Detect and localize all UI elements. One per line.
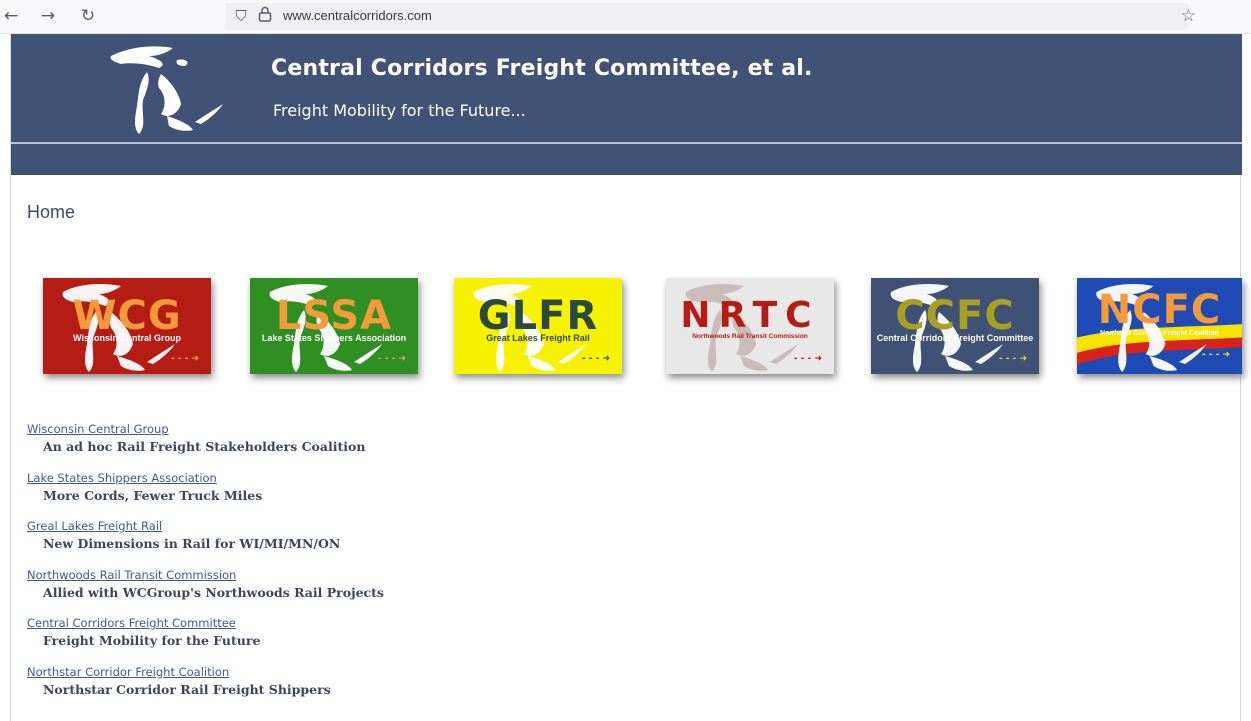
site-tagline: Freight Mobility for the Future...	[273, 101, 526, 120]
arrow-right-icon: - - - ➜	[377, 354, 406, 364]
site-page: Central Corridors Freight Committee, et …	[10, 34, 1242, 721]
lock-icon[interactable]	[255, 6, 275, 26]
arrow-right-icon: - - - ➜	[998, 354, 1027, 364]
tile-abbreviation: LSSA	[275, 293, 393, 339]
list-item: Northwoods Rail Transit Commission Allie…	[27, 564, 627, 613]
list-item: Greal Lakes Freight Rail New Dimensions …	[27, 515, 627, 564]
address-bar[interactable]: ⛉ www.centralcorridors.com	[225, 3, 1189, 30]
org-link-lake-states-shippers-association[interactable]: Lake States Shippers Association	[27, 471, 217, 486]
org-description: New Dimensions in Rail for WI/MI/MN/ON	[43, 536, 341, 551]
tile-abbreviation: WCG	[72, 293, 182, 339]
page-title: Home	[27, 202, 76, 222]
tile-abbreviation: GLFR	[477, 293, 599, 339]
tile-org-name: Northwoods Rail Transit Commission	[692, 333, 808, 340]
org-link-northwoods-rail-transit-commission[interactable]: Northwoods Rail Transit Commission	[27, 568, 236, 583]
list-item: Central Corridors Freight Committee Frei…	[27, 612, 627, 661]
tile-org-name: Wisconsin Central Group	[73, 333, 181, 343]
tile-abbreviation: CCFC	[895, 293, 1015, 339]
org-link-northstar-corridor-freight-coalition[interactable]: Northstar Corridor Freight Coalition	[27, 665, 229, 680]
tile-abbreviation: NCFC	[1097, 287, 1222, 333]
list-item: Northstar Corridor Freight Coalition Nor…	[27, 661, 627, 710]
tile-abbreviation: NRTC	[680, 295, 820, 336]
forward-arrow-icon[interactable]: →	[37, 5, 59, 27]
tile-ccfc[interactable]: CCFC Central Corridors Freight Committee -…	[871, 278, 1039, 374]
arrow-right-icon: - - - ➜	[793, 354, 822, 364]
nav-band	[11, 144, 1242, 175]
org-link-great-lakes-freight-rail[interactable]: Greal Lakes Freight Rail	[27, 519, 162, 534]
tile-lssa[interactable]: LSSA Lake States Shippers Association - - …	[250, 278, 418, 374]
tile-org-name: Central Corridors Freight Committee	[876, 333, 1034, 343]
site-title: Central Corridors Freight Committee, et …	[271, 56, 813, 81]
site-header: Central Corridors Freight Committee, et …	[11, 34, 1242, 144]
org-description: More Cords, Fewer Truck Miles	[43, 487, 263, 503]
tile-ncfc[interactable]: NCFC Northstar Corridor Freight Coalition…	[1077, 278, 1242, 374]
arrow-right-icon: - - - ➜	[1201, 350, 1230, 360]
org-link-wisconsin-central-group[interactable]: Wisconsin Central Group	[27, 422, 169, 437]
org-link-central-corridors-freight-committee[interactable]: Central Corridors Freight Committee	[27, 616, 236, 631]
org-description: Freight Mobility for the Future	[43, 633, 261, 648]
back-arrow-icon[interactable]: ←	[0, 5, 22, 27]
org-description: Northstar Corridor Rail Freight Shippers	[43, 681, 331, 697]
list-item: Lake States Shippers Association More Co…	[27, 467, 627, 516]
tile-org-name: Lake States Shippers Association	[261, 333, 407, 343]
arrow-right-icon: - - - ➜	[170, 354, 199, 364]
tile-wcg[interactable]: WCG Wisconsin Central Group - - - ➜	[43, 278, 211, 374]
organization-list: Wisconsin Central Group An ad hoc Rail F…	[27, 418, 627, 709]
url-text[interactable]: www.centralcorridors.com	[283, 8, 432, 23]
reload-icon[interactable]: ↻	[77, 5, 99, 27]
tile-org-name: Northstar Corridor Freight Coalition	[1100, 330, 1219, 337]
tile-org-name: Great Lakes Freight Rail	[486, 333, 590, 343]
tile-nrtc[interactable]: NRTC Northwoods Rail Transit Commission - …	[666, 278, 834, 374]
browser-toolbar: ← → ↻ ⛉ www.centralcorridors.com ☆	[0, 0, 1251, 34]
list-item: Wisconsin Central Group An ad hoc Rail F…	[27, 418, 627, 467]
great-lakes-logo-icon	[110, 46, 223, 134]
org-description: Allied with WCGroup's Northwoods Rail Pr…	[43, 584, 384, 600]
arrow-right-icon: - - - ➜	[581, 354, 610, 364]
org-description: An ad hoc Rail Freight Stakeholders Coal…	[43, 439, 366, 454]
tile-glfr[interactable]: GLFR Great Lakes Freight Rail - - - ➜	[454, 278, 622, 374]
shield-icon[interactable]: ⛉	[231, 6, 251, 26]
bookmark-star-icon[interactable]: ☆	[1181, 6, 1196, 26]
